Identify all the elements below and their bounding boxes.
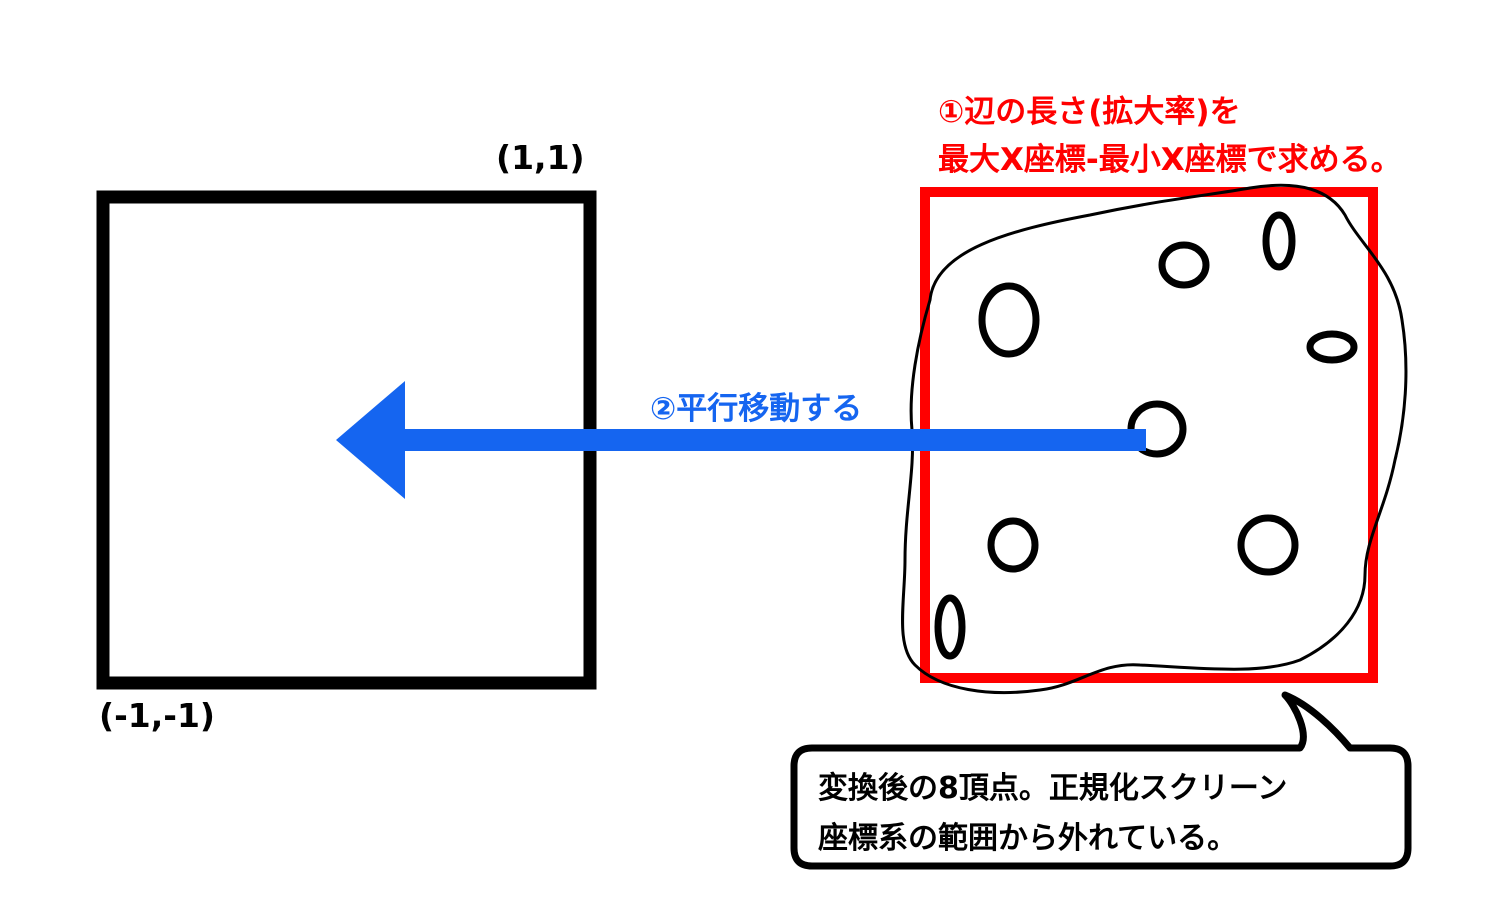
callout-line1: 変換後の8頂点。正規化スクリーン	[818, 771, 1288, 806]
translate-annotation: ②平行移動する	[650, 391, 863, 427]
callout-text: 変換後の8頂点。正規化スクリーン 座標系の範囲から外れている。	[818, 764, 1287, 864]
scale-annotation-line1: ①辺の長さ(拡大率)を	[938, 94, 1241, 130]
vertex-point	[987, 517, 1039, 573]
square-corner-label-bottom-left: (-1,-1)	[99, 696, 216, 735]
vertex-point	[1306, 330, 1358, 364]
square-corner-label-top-right: (1,1)	[496, 138, 585, 177]
vertex-point	[978, 282, 1040, 358]
vertex-point	[1262, 211, 1296, 271]
vertex-point	[934, 594, 966, 660]
translate-arrow-shaft	[400, 429, 1146, 451]
vertex-point	[1158, 241, 1210, 289]
vertex-point	[1237, 514, 1299, 576]
callout-line2: 座標系の範囲から外れている。	[818, 821, 1238, 856]
scale-annotation: ①辺の長さ(拡大率)を 最大X座標-最小X座標で求める。	[938, 88, 1402, 184]
scale-annotation-line2: 最大X座標-最小X座標で求める。	[938, 142, 1402, 178]
translate-arrow-head	[336, 381, 405, 499]
